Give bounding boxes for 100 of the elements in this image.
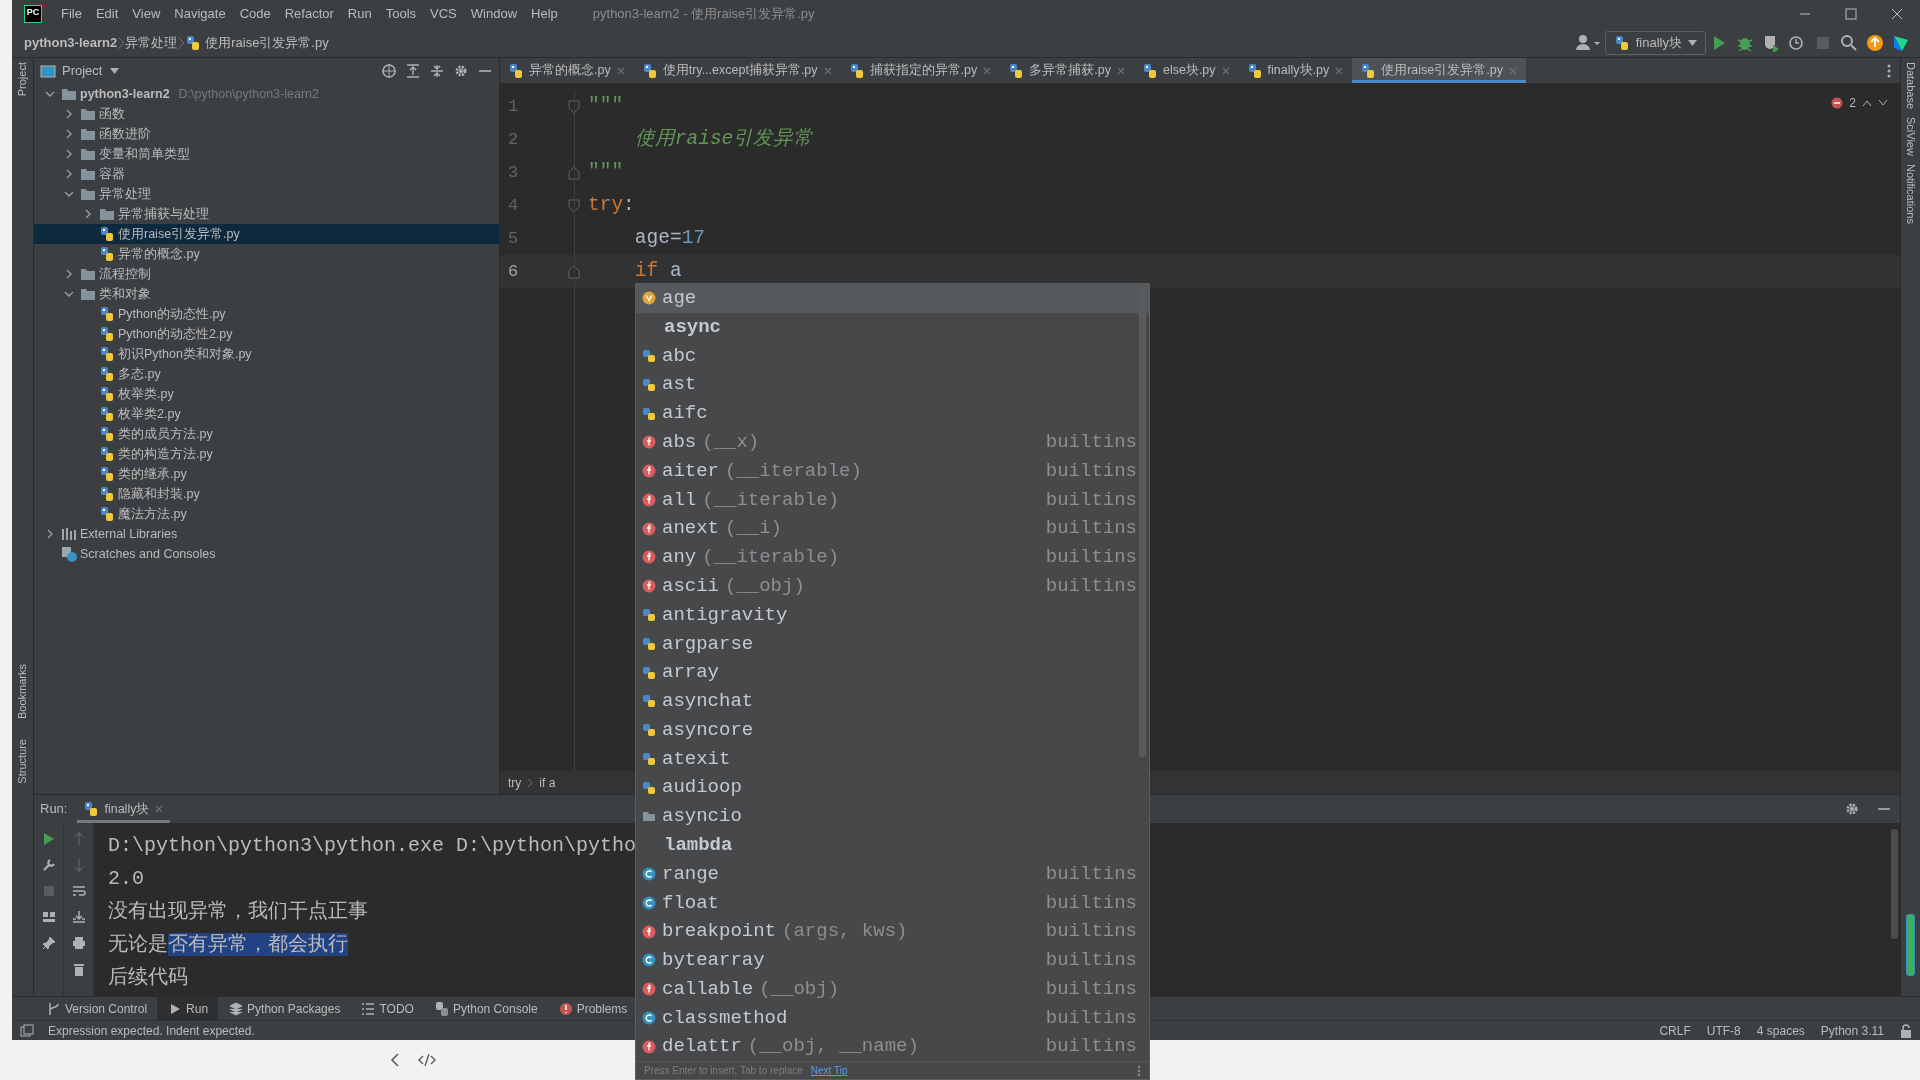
menu-item[interactable]: Help xyxy=(524,4,565,24)
run-config-dropdown[interactable]: finally块 xyxy=(1604,30,1706,55)
menu-item[interactable]: Refactor xyxy=(277,4,341,24)
completion-item[interactable]: async xyxy=(636,312,1149,342)
collapse-all-icon[interactable] xyxy=(429,63,445,79)
status-item[interactable]: UTF-8 xyxy=(1706,1021,1741,1040)
completion-item[interactable]: anext (__i) builtins xyxy=(636,514,1149,544)
editor-tab[interactable]: else块.py xyxy=(1133,58,1239,83)
menu-item[interactable]: Navigate xyxy=(167,4,233,24)
breadcrumb[interactable]: if a xyxy=(539,774,556,792)
scroll-to-end-icon[interactable] xyxy=(70,909,87,925)
tree-item[interactable]: 类和对象 xyxy=(34,284,499,304)
tree-item[interactable]: python3-learn2 D:\python\python3-learn2 xyxy=(34,84,499,104)
layout-icon[interactable] xyxy=(40,909,57,925)
close-icon[interactable] xyxy=(154,804,165,814)
fold-icon[interactable] xyxy=(568,198,580,213)
chevron-left-icon[interactable] xyxy=(390,1053,400,1067)
completion-item[interactable]: age xyxy=(636,284,1149,313)
completion-item[interactable]: ast xyxy=(636,370,1149,400)
menu-item[interactable]: Edit xyxy=(88,4,126,24)
tree-item[interactable]: 枚举类.py xyxy=(34,384,499,404)
completion-item[interactable]: asynchat xyxy=(636,686,1149,716)
tree-item[interactable]: 使用raise引发异常.py xyxy=(34,224,499,244)
tree-item[interactable]: Python的动态性.py xyxy=(34,304,499,324)
pin-icon[interactable] xyxy=(40,935,57,951)
completion-item[interactable]: lambda xyxy=(636,830,1149,860)
editor-tab[interactable]: 多异常捕获.py xyxy=(1000,58,1134,83)
menu-item[interactable]: View xyxy=(125,4,168,24)
close-icon[interactable] xyxy=(1220,65,1231,76)
editor-tab[interactable]: 异常的概念.py xyxy=(500,58,634,83)
tool-window-label[interactable]: SciView xyxy=(1902,113,1919,161)
completion-item[interactable]: callable (__obj) builtins xyxy=(636,974,1149,1004)
breadcrumb[interactable]: python3-learn2 xyxy=(24,32,118,53)
breadcrumb[interactable]: 使用raise引发异常.py xyxy=(185,32,329,53)
tool-window-tab[interactable]: Version Control xyxy=(36,996,158,1021)
completion-item[interactable]: range builtins xyxy=(636,859,1149,889)
project-view-dropdown[interactable]: Project xyxy=(62,61,120,81)
tree-item[interactable]: 异常捕获与处理 xyxy=(34,204,499,224)
print-icon[interactable] xyxy=(70,935,87,951)
tree-item[interactable]: 类的构造方法.py xyxy=(34,444,499,464)
menu-item[interactable]: File xyxy=(54,4,89,24)
editor-tab[interactable]: 使用try...except捕获异常.py xyxy=(633,58,841,83)
completion-item[interactable]: ascii (__obj) builtins xyxy=(636,571,1149,601)
fold-icon[interactable] xyxy=(568,165,580,180)
menu-item[interactable]: Tools xyxy=(378,4,424,24)
close-icon[interactable] xyxy=(982,65,993,76)
tree-item[interactable]: 魔法方法.py xyxy=(34,504,499,524)
next-tip-link[interactable]: Next Tip xyxy=(810,1063,848,1079)
completion-item[interactable]: antigravity xyxy=(636,600,1149,630)
completion-item[interactable]: breakpoint (args, kws) builtins xyxy=(636,917,1149,946)
breadcrumb[interactable]: try xyxy=(508,774,522,792)
editor-tab[interactable]: 使用raise引发异常.py xyxy=(1352,58,1526,83)
menu-item[interactable]: Window xyxy=(463,4,525,24)
more-icon[interactable] xyxy=(1137,1064,1141,1077)
tree-item[interactable]: 变量和简单类型 xyxy=(34,144,499,164)
tool-window-label[interactable]: Bookmarks xyxy=(14,660,31,724)
breadcrumb[interactable]: 异常处理 xyxy=(125,32,178,53)
tree-item[interactable]: 枚举类2.py xyxy=(34,404,499,424)
completion-item[interactable]: abc xyxy=(636,341,1149,371)
menu-item[interactable]: Code xyxy=(232,4,278,24)
user-icon[interactable] xyxy=(1574,33,1601,52)
tree-item[interactable]: 函数进阶 xyxy=(34,124,499,144)
run-config-tab[interactable]: finally块 xyxy=(77,795,171,823)
completion-item[interactable]: audioop xyxy=(636,773,1149,803)
completion-item[interactable]: aiter (__iterable) builtins xyxy=(636,456,1149,486)
tool-window-tab[interactable]: Run xyxy=(157,996,219,1021)
completion-item[interactable]: abs (__x) builtins xyxy=(636,427,1149,457)
tree-item[interactable]: 异常的概念.py xyxy=(34,244,499,264)
tool-window-tab[interactable]: TODO xyxy=(350,996,424,1021)
code-icon[interactable] xyxy=(418,1053,436,1067)
completion-item[interactable]: array xyxy=(636,658,1149,687)
tool-window-tab[interactable]: Python Packages xyxy=(218,996,351,1021)
tool-window-label[interactable]: Project xyxy=(14,58,31,101)
completion-item[interactable]: delattr (__obj, __name) builtins xyxy=(636,1032,1149,1062)
completion-item[interactable]: asyncio xyxy=(636,802,1149,831)
tool-window-label[interactable]: Notifications xyxy=(1902,160,1919,228)
status-item[interactable]: CRLF xyxy=(1659,1021,1691,1040)
completion-item[interactable]: aifc xyxy=(636,399,1149,428)
tree-item[interactable]: 异常处理 xyxy=(34,184,499,204)
more-icon[interactable] xyxy=(1886,62,1892,79)
fold-icon[interactable] xyxy=(568,264,580,279)
soft-wrap-icon[interactable] xyxy=(70,883,87,899)
completion-item[interactable]: asyncore xyxy=(636,715,1149,745)
locate-icon[interactable] xyxy=(381,63,397,79)
completion-item[interactable]: any (__iterable) builtins xyxy=(636,543,1149,572)
close-icon[interactable] xyxy=(1115,65,1126,76)
status-item[interactable]: Python 3.11 xyxy=(1820,1021,1884,1040)
tree-item[interactable]: 流程控制 xyxy=(34,264,499,284)
lock-icon[interactable] xyxy=(1900,1023,1912,1038)
tree-item[interactable]: Python的动态性2.py xyxy=(34,324,499,344)
close-icon[interactable] xyxy=(615,65,626,76)
editor-tab[interactable]: finally块.py xyxy=(1238,58,1353,83)
tool-window-tab[interactable]: Python Console xyxy=(423,996,548,1021)
menu-item[interactable]: VCS xyxy=(423,4,464,24)
tree-item[interactable]: 隐藏和封装.py xyxy=(34,484,499,504)
tool-window-label[interactable]: Database xyxy=(1902,58,1919,114)
completion-item[interactable]: classmethod builtins xyxy=(636,1003,1149,1033)
completion-item[interactable]: all (__iterable) builtins xyxy=(636,485,1149,515)
completion-item[interactable]: bytearray builtins xyxy=(636,945,1149,975)
tree-item[interactable]: 多态.py xyxy=(34,364,499,384)
